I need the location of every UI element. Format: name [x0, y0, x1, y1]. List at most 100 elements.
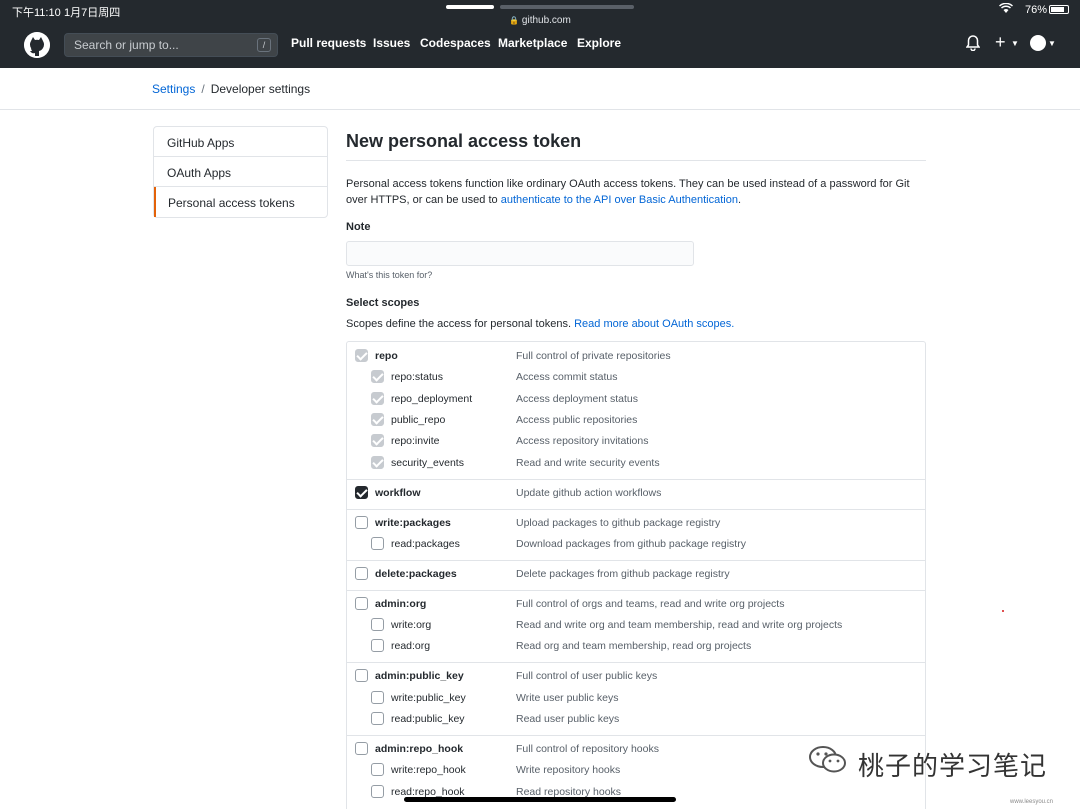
scope-row-admin-org: admin:org Full control of orgs and teams,… [347, 596, 925, 616]
scope-name[interactable]: admin:org [375, 598, 426, 610]
scope-row-write-public-key: write:public_key Write user public keys [347, 690, 925, 710]
menu-item-personal-access-tokens[interactable]: Personal access tokens [154, 187, 327, 217]
scope-name[interactable]: write:public_key [391, 692, 466, 704]
scope-checkbox-write-repo-hook[interactable] [371, 763, 384, 777]
scope-name[interactable]: read:public_key [391, 713, 465, 725]
nav-explore[interactable]: Explore [577, 36, 621, 50]
scope-checkbox-security-events [371, 455, 384, 469]
scope-name[interactable]: admin:repo_hook [375, 743, 463, 755]
menu-item-oauth-apps[interactable]: OAuth Apps [154, 157, 327, 187]
scope-checkbox-repo [355, 349, 368, 362]
watermark: 桃子的学习笔记 [808, 742, 1048, 782]
watermark-url: www.leesyou.cn [1010, 799, 1054, 805]
scope-description: Delete packages from github package regi… [516, 567, 730, 580]
create-new-plus-icon[interactable]: + [995, 32, 1006, 53]
scope-description: Full control of user public keys [516, 670, 658, 683]
scope-description: Update github action workflows [516, 486, 662, 499]
scopes-description: Scopes define the access for personal to… [346, 318, 734, 330]
scope-name[interactable]: delete:packages [375, 568, 457, 580]
scope-name[interactable]: read:repo_hook [391, 786, 465, 798]
scope-name[interactable]: repo [375, 350, 398, 362]
scope-row-write-packages: write:packages Upload packages to github … [347, 515, 925, 535]
scope-checkbox-repo-invite [371, 434, 384, 448]
scope-description: Full control of repository hooks [516, 743, 659, 755]
scope-checkbox-read-repo-hook[interactable] [371, 784, 384, 798]
scope-name[interactable]: security_events [391, 457, 464, 469]
breadcrumb-settings-link[interactable]: Settings [152, 82, 195, 96]
user-avatar[interactable] [1030, 35, 1046, 51]
scope-name[interactable]: write:repo_hook [391, 764, 466, 776]
scope-row-read-public-key: read:public_key Read user public keys [347, 711, 925, 731]
scope-name[interactable]: admin:public_key [375, 670, 464, 682]
scope-checkbox-read-packages[interactable] [371, 536, 384, 550]
scope-name[interactable]: public_repo [391, 414, 445, 426]
scope-checkbox-admin-repo-hook[interactable] [355, 742, 368, 755]
home-indicator[interactable] [404, 797, 676, 802]
scope-checkbox-write-public-key[interactable] [371, 690, 384, 704]
nav-codespaces[interactable]: Codespaces [420, 36, 491, 50]
scope-name[interactable]: read:packages [391, 538, 460, 550]
scope-group-divider [347, 662, 925, 664]
scope-row-repo-status: repo:status Access commit status [347, 369, 925, 389]
user-menu-caret-icon[interactable]: ▼ [1048, 39, 1056, 48]
scope-group-divider [347, 508, 925, 510]
nav-issues[interactable]: Issues [373, 36, 410, 50]
scope-checkbox-repo-status [371, 370, 384, 384]
scope-description: Full control of private repositories [516, 350, 671, 362]
basic-auth-link[interactable]: authenticate to the API over Basic Authe… [501, 194, 738, 206]
wechat-icon [808, 744, 848, 776]
scope-group-divider [347, 478, 925, 480]
scope-group-divider [347, 735, 925, 736]
menu-item-github-apps[interactable]: GitHub Apps [154, 127, 327, 157]
scope-row-repo-deployment: repo_deployment Access deployment status [347, 391, 925, 411]
scope-checkbox-read-org[interactable] [371, 639, 384, 653]
scope-description: Access commit status [516, 371, 618, 384]
github-logo-icon[interactable] [24, 32, 50, 58]
scope-name[interactable]: repo:status [391, 371, 443, 383]
scope-checkbox-workflow[interactable] [355, 485, 368, 499]
scope-name[interactable]: repo:invite [391, 435, 439, 447]
scope-checkbox-admin-public-key[interactable] [355, 669, 368, 683]
search-placeholder: Search or jump to... [74, 38, 179, 52]
scope-name[interactable]: read:org [391, 640, 430, 652]
page-title: New personal access token [346, 131, 582, 151]
address-bar[interactable]: 🔒 github.com [0, 15, 1080, 26]
search-input[interactable]: Search or jump to... / [64, 33, 278, 57]
scope-description: Read org and team membership, read org p… [516, 640, 752, 653]
scope-checkbox-delete-packages[interactable] [355, 566, 368, 580]
create-new-caret-icon[interactable]: ▼ [1011, 39, 1019, 48]
nav-marketplace[interactable]: Marketplace [498, 36, 567, 50]
scope-name[interactable]: write:packages [375, 517, 451, 529]
scope-description: Download packages from github package re… [516, 537, 746, 550]
scope-checkbox-write-org[interactable] [371, 618, 384, 632]
scope-checkbox-write-packages[interactable] [355, 515, 368, 529]
oauth-scopes-link[interactable]: Read more about OAuth scopes. [574, 318, 734, 330]
note-input[interactable] [346, 241, 694, 266]
scope-group-divider [347, 559, 925, 561]
scope-description: Upload packages to github package regist… [516, 516, 721, 529]
multitask-grabber[interactable] [446, 5, 494, 9]
scope-checkbox-read-public-key[interactable] [371, 712, 384, 725]
stray-dot [1002, 610, 1004, 612]
breadcrumb-bar: Settings / Developer settings [0, 68, 1080, 110]
scope-row-security-events: security_events Read and write security e… [347, 455, 925, 475]
notifications-bell-icon[interactable] [965, 35, 981, 52]
scope-description: Read and write security events [516, 456, 660, 469]
multitask-grabber-secondary [500, 5, 634, 9]
scope-description: Read and write org and team membership, … [516, 619, 843, 632]
scope-description: Read user public keys [516, 713, 620, 725]
scope-name[interactable]: workflow [375, 487, 421, 499]
address-url: github.com [521, 15, 571, 26]
developer-settings-menu: GitHub Apps OAuth Apps Personal access t… [153, 126, 328, 218]
scope-description: Write user public keys [516, 691, 619, 704]
lock-icon: 🔒 [509, 16, 520, 25]
scope-description: Read repository hooks [516, 785, 622, 798]
scope-row-repo-invite: repo:invite Access repository invitations [347, 433, 925, 453]
scope-checkbox-public-repo [371, 412, 384, 426]
nav-pull-requests[interactable]: Pull requests [291, 36, 366, 50]
scope-name[interactable]: write:org [391, 619, 431, 631]
scope-row-admin-public-key: admin:public_key Full control of user pub… [347, 668, 925, 688]
watermark-text: 桃子的学习笔记 [858, 752, 1048, 782]
scope-name[interactable]: repo_deployment [391, 393, 472, 405]
scope-checkbox-admin-org[interactable] [355, 596, 368, 610]
